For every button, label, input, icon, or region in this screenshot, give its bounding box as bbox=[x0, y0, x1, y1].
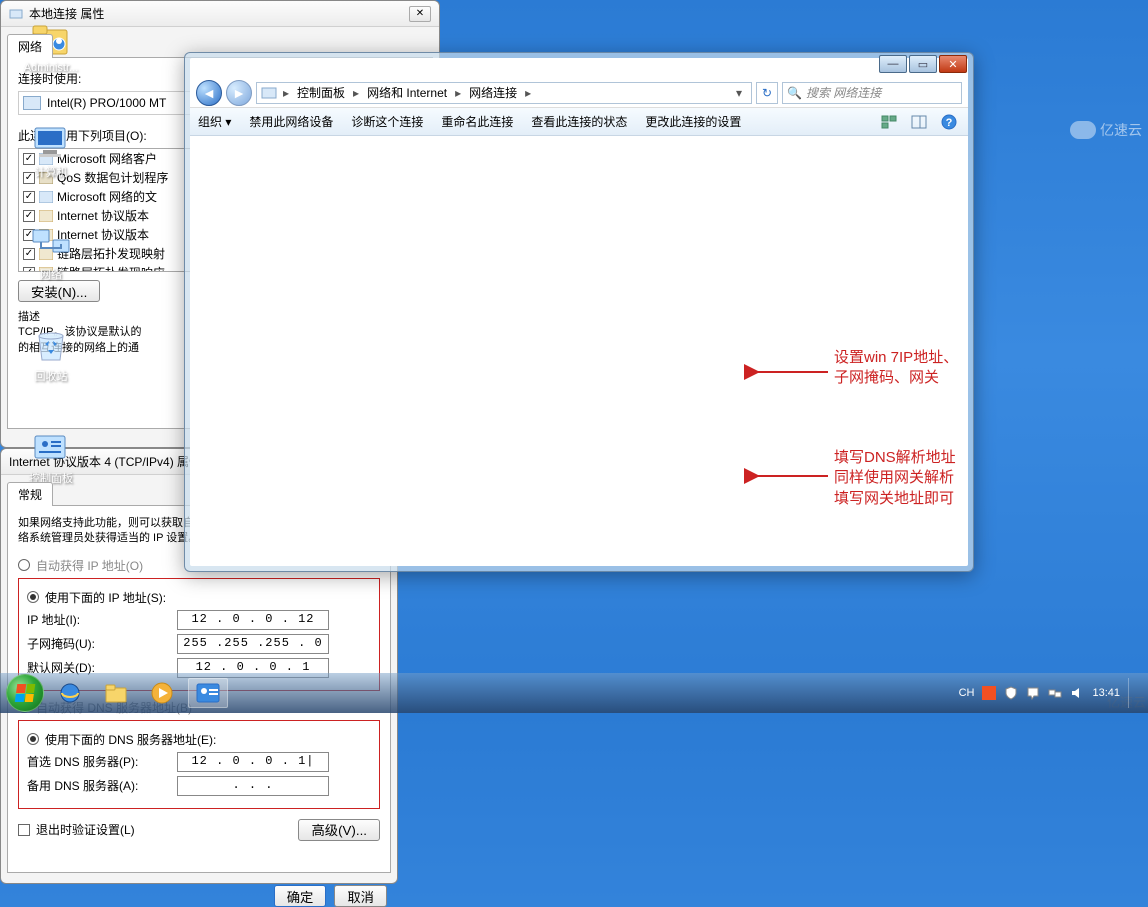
view-options-icon[interactable] bbox=[878, 112, 900, 132]
alternate-dns-label: 备用 DNS 服务器(A): bbox=[27, 777, 177, 794]
network-card-icon bbox=[23, 96, 41, 110]
alternate-dns-input[interactable]: . . . bbox=[177, 776, 329, 796]
nav-back-button[interactable]: ◄ bbox=[196, 80, 222, 106]
taskbar-pin-ie[interactable] bbox=[50, 678, 90, 708]
nav-forward-button[interactable]: ► bbox=[226, 80, 252, 106]
address-bar: ◄ ► ▸ 控制面板 ▸ 网络和 Internet ▸ 网络连接 ▸ ▾ ↻ 🔍… bbox=[190, 78, 968, 108]
manual-dns-group: 使用下面的 DNS 服务器地址(E): 首选 DNS 服务器(P):12 . 0… bbox=[18, 720, 380, 809]
chevron-right-icon: ▸ bbox=[453, 86, 463, 100]
close-button[interactable]: ✕ bbox=[409, 6, 431, 22]
computer-icon bbox=[31, 122, 71, 162]
taskbar-pin-media-player[interactable] bbox=[142, 678, 182, 708]
window-minimize-button[interactable]: — bbox=[879, 55, 907, 73]
taskbar-app-control-panel[interactable] bbox=[188, 678, 228, 708]
cancel-button[interactable]: 取消 bbox=[334, 885, 387, 907]
advanced-button[interactable]: 高级(V)... bbox=[298, 819, 380, 841]
cloud-icon bbox=[1070, 121, 1096, 139]
desktop-icon-label: Administr... bbox=[14, 62, 88, 74]
recycle-bin-icon bbox=[31, 326, 71, 366]
search-input[interactable]: 🔍 搜索 网络连接 bbox=[782, 82, 962, 104]
preferred-dns-input[interactable]: 12 . 0 . 0 . 1| bbox=[177, 752, 329, 772]
svg-text:?: ? bbox=[946, 117, 953, 129]
toolbar-diagnose[interactable]: 诊断这个连接 bbox=[351, 113, 423, 130]
subnet-mask-label: 子网掩码(U): bbox=[27, 635, 177, 652]
annotation-dns: 填写DNS解析地址 同样使用网关解析 填写网关地址即可 bbox=[834, 448, 956, 509]
annotation-arrow bbox=[750, 466, 830, 486]
toolbar-view-status[interactable]: 查看此连接的状态 bbox=[531, 113, 627, 130]
preview-pane-icon[interactable] bbox=[908, 112, 930, 132]
search-icon: 🔍 bbox=[787, 86, 802, 100]
subnet-mask-input[interactable]: 255 .255 .255 . 0 bbox=[177, 634, 329, 654]
desktop-icon-label: 回收站 bbox=[14, 368, 88, 384]
tab-general[interactable]: 常规 bbox=[7, 482, 53, 506]
tab-network[interactable]: 网络 bbox=[7, 34, 53, 58]
tray-action-center-icon[interactable] bbox=[1026, 686, 1040, 700]
radio-icon bbox=[27, 733, 39, 745]
desktop-icon-recycle[interactable]: 回收站 bbox=[14, 326, 88, 384]
control-panel-icon bbox=[31, 428, 71, 468]
taskbar: CH 13:41 bbox=[0, 673, 1148, 713]
refresh-button[interactable]: ↻ bbox=[756, 82, 778, 104]
validate-checkbox[interactable] bbox=[18, 824, 30, 836]
search-placeholder: 搜索 网络连接 bbox=[806, 84, 881, 101]
validate-label: 退出时验证设置(L) bbox=[36, 821, 135, 838]
annotation-arrow bbox=[750, 362, 830, 382]
ok-button[interactable]: 确定 bbox=[274, 885, 327, 907]
breadcrumb-seg[interactable]: 网络和 Internet bbox=[365, 84, 449, 101]
preferred-dns-label: 首选 DNS 服务器(P): bbox=[27, 753, 177, 770]
radio-manual-dns[interactable]: 使用下面的 DNS 服务器地址(E): bbox=[27, 731, 371, 748]
lang-indicator[interactable]: CH bbox=[959, 687, 975, 699]
breadcrumb-seg[interactable]: 网络连接 bbox=[467, 84, 519, 101]
system-tray: CH 13:41 bbox=[959, 678, 1142, 708]
annotation-ip: 设置win 7IP地址、 子网掩码、网关 bbox=[834, 348, 958, 389]
desktop-icon-network[interactable]: 网络 bbox=[14, 224, 88, 282]
help-icon[interactable]: ? bbox=[938, 112, 960, 132]
toolbar-disable-device[interactable]: 禁用此网络设备 bbox=[249, 113, 333, 130]
desktop-icon-computer[interactable]: 计算机 bbox=[14, 122, 88, 180]
toolbar-rename[interactable]: 重命名此连接 bbox=[441, 113, 513, 130]
radio-icon bbox=[18, 559, 30, 571]
checkbox-icon[interactable]: ✓ bbox=[23, 191, 35, 203]
explorer-toolbar: 组织 ▾ 禁用此网络设备 诊断这个连接 重命名此连接 查看此连接的状态 更改此连… bbox=[190, 108, 968, 136]
chevron-right-icon: ▸ bbox=[351, 86, 361, 100]
network-icon bbox=[31, 224, 71, 264]
adapter-name: Intel(R) PRO/1000 MT bbox=[47, 96, 166, 110]
taskbar-pin-explorer[interactable] bbox=[96, 678, 136, 708]
tray-network-icon[interactable] bbox=[1048, 686, 1062, 700]
protocol-icon bbox=[39, 210, 53, 222]
window-close-button[interactable]: ✕ bbox=[939, 55, 967, 73]
toolbar-change-settings[interactable]: 更改此连接的设置 bbox=[645, 113, 741, 130]
system-clock[interactable]: 13:41 bbox=[1092, 687, 1120, 700]
watermark: 亿速云 bbox=[1070, 120, 1142, 140]
windows-logo-icon bbox=[15, 684, 36, 702]
desktop-icon-label: 网络 bbox=[14, 266, 88, 282]
start-button[interactable] bbox=[6, 674, 44, 712]
breadcrumb[interactable]: ▸ 控制面板 ▸ 网络和 Internet ▸ 网络连接 ▸ ▾ bbox=[256, 82, 752, 104]
radio-manual-ip[interactable]: 使用下面的 IP 地址(S): bbox=[27, 589, 371, 606]
install-button[interactable]: 安装(N)... bbox=[18, 280, 100, 302]
chevron-right-icon: ▸ bbox=[523, 86, 533, 100]
network-adapter-icon bbox=[9, 7, 23, 21]
chevron-right-icon: ▸ bbox=[281, 86, 291, 100]
checkbox-icon[interactable]: ✓ bbox=[23, 210, 35, 222]
show-desktop-button[interactable] bbox=[1128, 678, 1136, 708]
service-icon bbox=[39, 191, 53, 203]
ip-address-label: IP 地址(I): bbox=[27, 611, 177, 628]
ip-address-input[interactable]: 12 . 0 . 0 . 12 bbox=[177, 610, 329, 630]
toolbar-organize[interactable]: 组织 ▾ bbox=[198, 113, 231, 130]
network-adapter-icon bbox=[261, 86, 277, 100]
desktop-icon-label: 计算机 bbox=[14, 164, 88, 180]
radio-icon bbox=[27, 591, 39, 603]
tray-volume-icon[interactable] bbox=[1070, 686, 1084, 700]
tray-security-icon[interactable] bbox=[1004, 686, 1018, 700]
chevron-down-icon[interactable]: ▾ bbox=[731, 86, 747, 100]
tray-metro-icon[interactable] bbox=[982, 686, 996, 700]
desktop-icon-control-panel[interactable]: 控制面板 bbox=[14, 428, 88, 486]
window-maximize-button[interactable]: ▭ bbox=[909, 55, 937, 73]
breadcrumb-seg[interactable]: 控制面板 bbox=[295, 84, 347, 101]
